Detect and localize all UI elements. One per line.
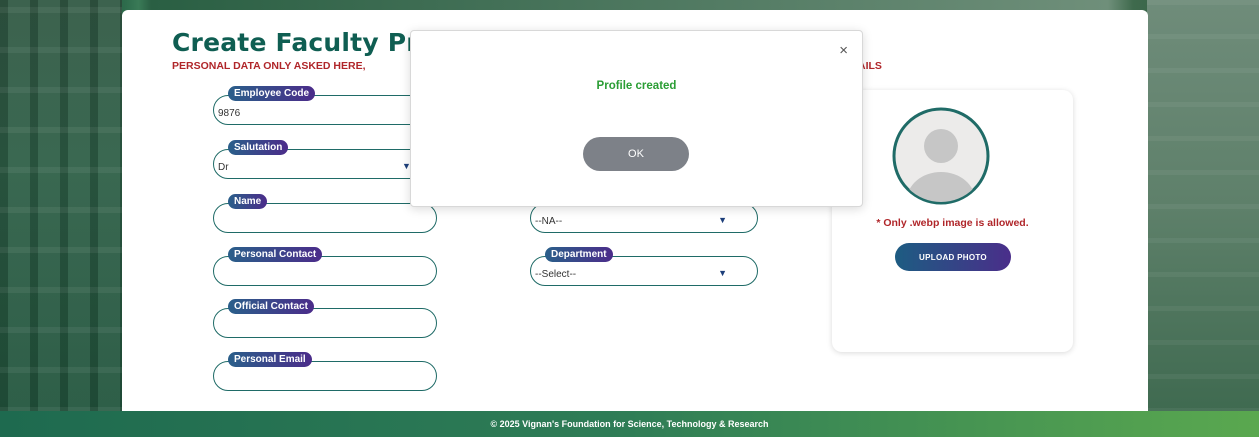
name-field[interactable]: Name xyxy=(213,194,437,233)
employee-code-label: Employee Code xyxy=(228,86,316,101)
department-label: Department xyxy=(545,247,613,262)
close-icon[interactable]: × xyxy=(839,42,848,59)
background-left xyxy=(0,0,122,413)
name-label: Name xyxy=(228,194,268,209)
dialog-message: Profile created xyxy=(596,80,677,92)
footer: © 2025 Vignan's Foundation for Science, … xyxy=(0,411,1259,437)
background-right xyxy=(1147,0,1259,413)
department-chevron-down-icon: ▼ xyxy=(718,268,727,278)
footer-copyright: © 2025 Vignan's Foundation for Science, … xyxy=(490,419,769,429)
photo-card: * Only .webp image is allowed. UPLOAD PH… xyxy=(832,90,1073,352)
personal-contact-label: Personal Contact xyxy=(228,247,323,262)
department-value: --Select-- xyxy=(535,269,577,280)
official-contact-field[interactable]: Official Contact xyxy=(213,299,437,338)
salutation-value: Dr xyxy=(218,162,229,173)
ok-button[interactable]: OK xyxy=(583,137,689,171)
salutation-label: Salutation xyxy=(228,140,289,155)
personal-email-label: Personal Email xyxy=(228,352,312,367)
photo-format-note: * Only .webp image is allowed. xyxy=(876,217,1029,229)
personal-email-field[interactable]: Personal Email xyxy=(213,352,437,391)
department-select[interactable]: Department --Select-- ▼ xyxy=(530,247,758,286)
official-contact-label: Official Contact xyxy=(228,299,314,314)
page-title: Create Faculty Pro xyxy=(172,28,437,57)
employee-code-field[interactable]: Employee Code 9876 xyxy=(213,86,437,125)
employee-code-value: 9876 xyxy=(218,108,241,119)
user-avatar-icon xyxy=(892,107,990,205)
partially-hidden-chevron-down-icon: ▼ xyxy=(718,215,727,225)
salutation-select[interactable]: Salutation Dr ▼ xyxy=(213,140,437,179)
personal-contact-field[interactable]: Personal Contact xyxy=(213,247,437,286)
page-subtitle: PERSONAL DATA ONLY ASKED HERE, xyxy=(172,60,366,72)
partially-hidden-select-value: --NA-- xyxy=(535,216,563,227)
profile-created-dialog: × Profile created OK xyxy=(410,30,863,207)
partially-hidden-select[interactable]: --NA-- ▼ xyxy=(530,203,758,233)
upload-photo-button[interactable]: UPLOAD PHOTO xyxy=(895,243,1011,271)
